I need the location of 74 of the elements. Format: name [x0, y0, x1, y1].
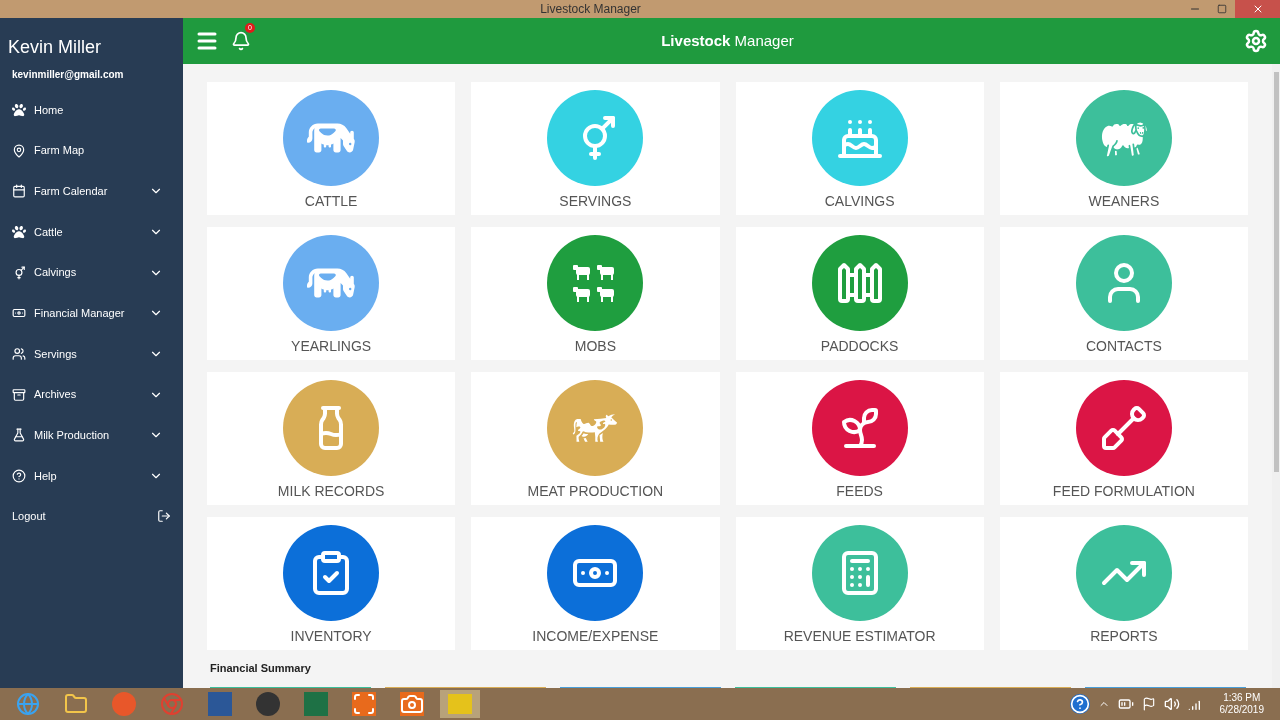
folder-icon[interactable]	[64, 692, 88, 716]
sidebar-item[interactable]: Farm Calendar	[0, 170, 183, 212]
user-name: Kevin Miller	[7, 36, 103, 59]
window-title: Livestock Manager	[539, 1, 642, 18]
module-tile[interactable]: PADDOCKS	[735, 227, 984, 360]
archive-icon	[12, 387, 26, 402]
sidebar-item-label: Logout	[12, 509, 46, 525]
help-icon	[12, 469, 26, 484]
module-tile[interactable]: CALVINGS	[735, 82, 984, 215]
module-label: CATTLE	[304, 192, 358, 211]
sidebar-item[interactable]: Cattle	[0, 211, 183, 253]
clock-date: 6/28/2019	[1219, 704, 1264, 717]
sidebar-item[interactable]: Servings	[0, 333, 183, 375]
flag-icon	[1141, 697, 1156, 711]
section-title: Financial Summary	[209, 661, 312, 676]
sidebar-item[interactable]: Farm Map	[0, 130, 183, 171]
module-tile[interactable]: MOBS	[471, 227, 720, 360]
module-tile[interactable]: FEEDS	[735, 372, 984, 505]
module-tile[interactable]: SERVINGS	[471, 82, 720, 215]
module-tile[interactable]: REPORTS	[999, 517, 1248, 650]
module-label: CONTACTS	[1085, 337, 1162, 356]
bell-icon[interactable]	[231, 31, 251, 51]
module-label: SERVINGS	[559, 192, 632, 211]
module-tile[interactable]: MILK RECORDS	[207, 372, 456, 505]
user-email: kevinmiller@gmail.com	[11, 67, 125, 82]
globe-icon[interactable]	[16, 692, 40, 716]
people-icon	[12, 346, 26, 361]
app-title: Livestock Manager	[660, 30, 795, 51]
map-pin-icon	[12, 143, 26, 158]
logout-item[interactable]: Logout	[0, 496, 183, 537]
paw-icon	[12, 102, 26, 117]
module-label: YEARLINGS	[291, 337, 372, 356]
module-tile[interactable]: INVENTORY	[207, 517, 456, 650]
module-label: PADDOCKS	[820, 337, 899, 356]
help-icon[interactable]	[1069, 694, 1090, 714]
battery-icon	[1117, 696, 1134, 712]
logout-icon	[157, 509, 171, 524]
module-label: INVENTORY	[290, 627, 372, 646]
module-tile[interactable]: YEARLINGS	[207, 227, 456, 360]
module-label: FEED FORMULATION	[1052, 482, 1195, 501]
module-tile[interactable]: INCOME/EXPENSE	[471, 517, 720, 650]
sidebar-item[interactable]: Milk Production	[0, 415, 183, 456]
clock-time: 1:36 PM	[1223, 691, 1261, 704]
sidebar-item[interactable]: Financial Manager	[0, 292, 183, 334]
module-label: REVENUE ESTIMATOR	[783, 627, 936, 646]
module-label: CALVINGS	[824, 192, 895, 211]
module-tile[interactable]: CATTLE	[207, 82, 456, 215]
maximize-icon[interactable]	[1217, 4, 1227, 14]
camera-icon[interactable]	[400, 692, 424, 716]
module-label: REPORTS	[1090, 627, 1158, 646]
capture-icon[interactable]	[352, 692, 376, 716]
module-label: WEANERS	[1088, 192, 1160, 211]
paw-icon	[12, 224, 26, 239]
gender-symbols-icon	[12, 265, 26, 280]
module-label: INCOME/EXPENSE	[532, 627, 659, 646]
settings-icon[interactable]	[1244, 29, 1268, 53]
module-tile[interactable]: CONTACTS	[999, 227, 1248, 360]
module-label: MILK RECORDS	[277, 482, 385, 501]
module-tile[interactable]: REVENUE ESTIMATOR	[735, 517, 984, 650]
sidebar-item[interactable]: Calvings	[0, 252, 183, 293]
module-label: FEEDS	[836, 482, 883, 501]
sidebar-item[interactable]: Help	[0, 455, 183, 497]
shovel-icon	[1099, 404, 1148, 452]
sidebar-item[interactable]: Home	[0, 89, 183, 131]
flask-icon	[12, 428, 26, 443]
module-label: MEAT PRODUCTION	[527, 482, 664, 501]
speaker-icon[interactable]	[1163, 696, 1180, 712]
calendar-icon	[12, 184, 26, 199]
module-tile[interactable]: MEAT PRODUCTION	[471, 372, 720, 505]
module-label: MOBS	[574, 337, 616, 356]
app-taskbar-icon[interactable]	[440, 690, 480, 718]
sidebar-item[interactable]: Archives	[0, 374, 183, 415]
module-tile[interactable]: WEANERS	[999, 82, 1248, 215]
module-tile[interactable]: FEED FORMULATION	[999, 372, 1248, 505]
